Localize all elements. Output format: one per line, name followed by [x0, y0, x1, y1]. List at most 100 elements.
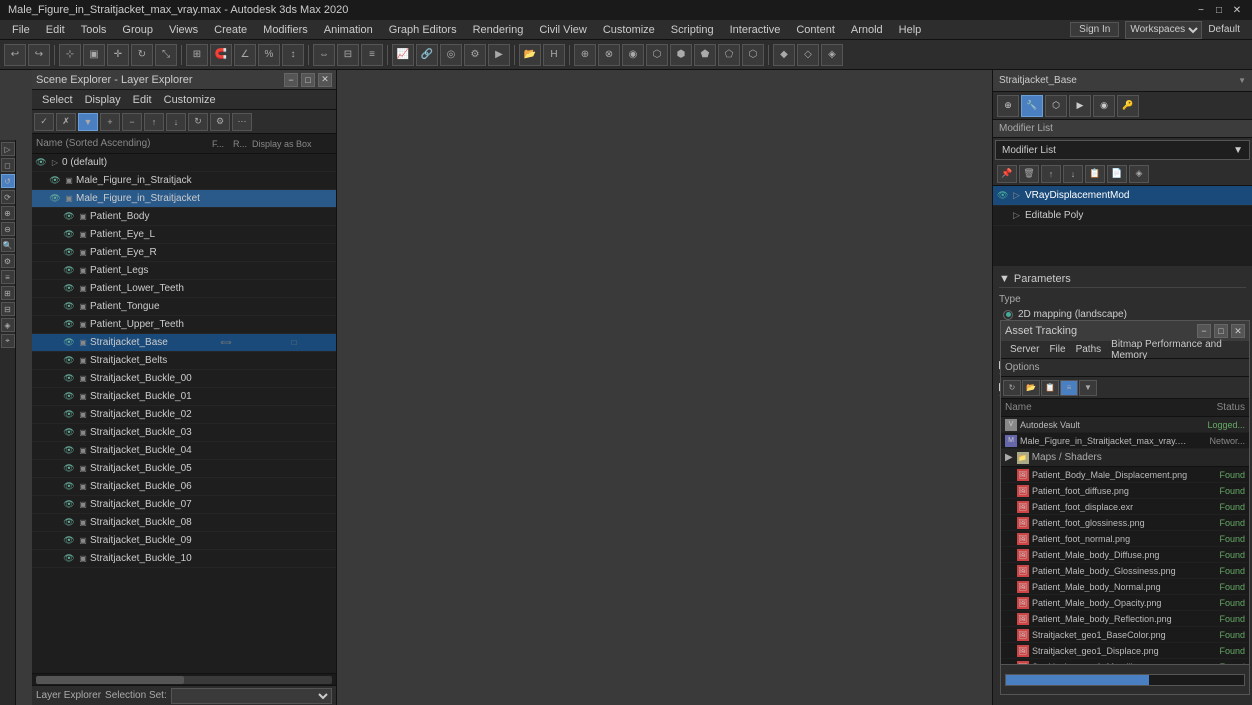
tb-select-region[interactable]: ▣ [83, 44, 105, 66]
menu-scripting[interactable]: Scripting [663, 22, 722, 38]
se-menu-display[interactable]: Display [79, 92, 127, 108]
tree-item-visibility[interactable]: 👁 [62, 318, 76, 332]
mod-tb-copy[interactable]: 📋 [1085, 165, 1105, 183]
maximize-button[interactable]: □ [1212, 3, 1226, 17]
tb-extra7[interactable]: ⬠ [718, 44, 740, 66]
modifier-item-editpoly[interactable]: ▷ Editable Poly [993, 206, 1252, 226]
asset-tb-filter[interactable]: ▼ [1079, 380, 1097, 396]
strip-add[interactable]: ⊕ [1, 206, 15, 220]
tb-redo[interactable]: ↪ [28, 44, 50, 66]
se-menu-customize[interactable]: Customize [158, 92, 222, 108]
tb-extra3[interactable]: ◉ [622, 44, 644, 66]
tree-item[interactable]: 👁 ▣ Straitjacket_Buckle_00 [32, 370, 336, 388]
tb-render[interactable]: ▶ [488, 44, 510, 66]
tb-select-by-name[interactable]: H [543, 44, 565, 66]
strip-remove[interactable]: ⊖ [1, 222, 15, 236]
tb-extra4[interactable]: ⬡ [646, 44, 668, 66]
strip-collapse[interactable]: ⊟ [1, 302, 15, 316]
se-tb-move-up[interactable]: ↑ [144, 113, 164, 131]
modifier-item-vray[interactable]: 👁 ▷ VRayDisplacementMod [993, 186, 1252, 206]
asset-map-item[interactable]: 🖼 Patient_foot_displace.exr Found [1001, 499, 1249, 515]
tree-item-visibility[interactable]: 👁 [62, 246, 76, 260]
strip-crosshair[interactable]: ⌖ [1, 334, 15, 348]
tb-rotate[interactable]: ↻ [131, 44, 153, 66]
tb-place[interactable]: ⊞ [186, 44, 208, 66]
se-menu-select[interactable]: Select [36, 92, 79, 108]
menu-interactive[interactable]: Interactive [722, 22, 789, 38]
tb-angle-snap[interactable]: ∠ [234, 44, 256, 66]
menu-customize[interactable]: Customize [595, 22, 663, 38]
tb-extra6[interactable]: ⬟ [694, 44, 716, 66]
tree-item[interactable]: 👁 ▣ Straitjacket_Buckle_04 [32, 442, 336, 460]
scene-explorer-titlebar[interactable]: Scene Explorer - Layer Explorer − □ ✕ [32, 70, 336, 90]
tb-render-setup[interactable]: ⚙ [464, 44, 486, 66]
se-tb-select-all[interactable]: ✓ [34, 113, 54, 131]
modifier-eye-vray[interactable]: 👁 [997, 190, 1013, 201]
tree-item[interactable]: 👁 ▣ Male_Figure_in_Straitjack [32, 172, 336, 190]
menu-help[interactable]: Help [891, 22, 930, 38]
menu-content[interactable]: Content [788, 22, 843, 38]
menu-file[interactable]: File [4, 22, 38, 38]
menu-arnold[interactable]: Arnold [843, 22, 891, 38]
strip-menu[interactable]: ≡ [1, 270, 15, 284]
asset-map-item[interactable]: 🖼 Patient_Male_body_Normal.png Found [1001, 579, 1249, 595]
tb-spinner-snap[interactable]: ↕ [282, 44, 304, 66]
tree-item-visibility[interactable]: 👁 [48, 192, 62, 206]
tree-item[interactable]: 👁 ▣ Patient_Eye_R [32, 244, 336, 262]
tb-move[interactable]: ✛ [107, 44, 129, 66]
tree-item-visibility[interactable]: 👁 [62, 552, 76, 566]
tree-item-visibility[interactable]: 👁 [62, 210, 76, 224]
tb-scale[interactable]: ⤡ [155, 44, 177, 66]
se-tb-none[interactable]: ✗ [56, 113, 76, 131]
tree-item[interactable]: 👁 ▣ Patient_Eye_L [32, 226, 336, 244]
asset-maps-folder[interactable]: ▶ 📁 Maps / Shaders [1001, 449, 1249, 467]
asset-menu-file[interactable]: File [1044, 343, 1070, 356]
tb-extra10[interactable]: ◇ [797, 44, 819, 66]
tree-item[interactable]: 👁 ▣ Straitjacket_Base ⟺ □ [32, 334, 336, 352]
tree-item[interactable]: 👁 ▣ Straitjacket_Buckle_06 [32, 478, 336, 496]
se-menu-edit[interactable]: Edit [127, 92, 158, 108]
panel-icon-motion[interactable]: ▶ [1069, 95, 1091, 117]
sign-in-button[interactable]: Sign In [1070, 22, 1119, 37]
panel-icon-create[interactable]: ⊕ [997, 95, 1019, 117]
scene-explorer-restore[interactable]: □ [301, 73, 315, 87]
tb-select[interactable]: ⊹ [59, 44, 81, 66]
menu-modifiers[interactable]: Modifiers [255, 22, 316, 38]
asset-menu-server[interactable]: Server [1005, 343, 1044, 356]
menu-animation[interactable]: Animation [316, 22, 381, 38]
menu-views[interactable]: Views [161, 22, 206, 38]
tree-item-visibility[interactable]: 👁 [62, 354, 76, 368]
asset-menu-paths[interactable]: Paths [1071, 343, 1107, 356]
menu-graph-editors[interactable]: Graph Editors [381, 22, 465, 38]
mod-tb-paste[interactable]: 📄 [1107, 165, 1127, 183]
mod-tb-down[interactable]: ↓ [1063, 165, 1083, 183]
tb-extra2[interactable]: ⊗ [598, 44, 620, 66]
asset-minimize[interactable]: − [1197, 324, 1211, 338]
tree-item[interactable]: 👁 ▣ Patient_Tongue [32, 298, 336, 316]
tb-mirror[interactable]: ⇔ [313, 44, 335, 66]
asset-tb-reload[interactable]: ↻ [1003, 380, 1021, 396]
menu-rendering[interactable]: Rendering [465, 22, 532, 38]
tree-item-visibility[interactable]: 👁 [62, 480, 76, 494]
tb-open-explorer[interactable]: 📂 [519, 44, 541, 66]
menu-civil-view[interactable]: Civil View [531, 22, 594, 38]
tb-material-editor[interactable]: ◎ [440, 44, 462, 66]
close-button[interactable]: ✕ [1230, 3, 1244, 17]
tree-item-visibility[interactable]: 👁 [62, 516, 76, 530]
mod-tb-make-unique[interactable]: ◈ [1129, 165, 1149, 183]
tree-item[interactable]: 👁 ▣ Male_Figure_in_Straitjacket [32, 190, 336, 208]
asset-map-item[interactable]: 🖼 Patient_foot_glossiness.png Found [1001, 515, 1249, 531]
tb-snap[interactable]: 🧲 [210, 44, 232, 66]
tree-item-visibility[interactable]: 👁 [62, 498, 76, 512]
strip-select[interactable]: ▷ [1, 142, 15, 156]
tree-item[interactable]: 👁 ▣ Patient_Body [32, 208, 336, 226]
panel-icon-utilities[interactable]: 🔑 [1117, 95, 1139, 117]
se-tb-sync[interactable]: ↻ [188, 113, 208, 131]
modifier-dropdown[interactable]: Modifier List ▼ [995, 140, 1250, 160]
strip-target[interactable]: ◈ [1, 318, 15, 332]
tree-item-visibility[interactable]: 👁 [62, 264, 76, 278]
asset-tb-list[interactable]: ≡ [1060, 380, 1078, 396]
tree-item-visibility[interactable]: 👁 [62, 390, 76, 404]
tb-undo[interactable]: ↩ [4, 44, 26, 66]
strip-search[interactable]: 🔍 [1, 238, 15, 252]
